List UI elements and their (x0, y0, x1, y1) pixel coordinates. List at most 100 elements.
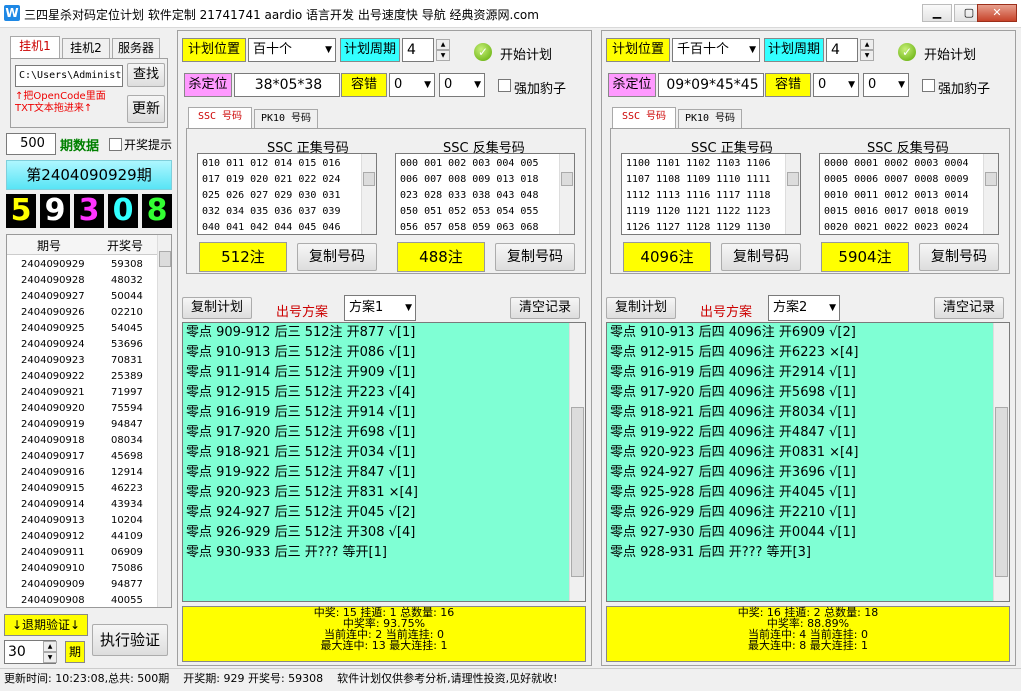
history-row[interactable]: 2404090924 53696 (7, 337, 157, 353)
cycle-up[interactable]: ▲ (436, 39, 450, 50)
scroll-thumb[interactable] (787, 172, 799, 186)
history-row[interactable]: 2404090919 94847 (7, 417, 157, 433)
history-number: 75594 (111, 403, 143, 414)
plan-cycle-input[interactable]: 4 (402, 38, 434, 62)
log-scroll-thumb[interactable] (995, 407, 1008, 577)
prize-tip-label: 开奖提示 (124, 138, 173, 152)
history-row[interactable]: 2404090908 40055 (7, 593, 157, 607)
cycle-up[interactable]: ▲ (860, 39, 874, 50)
history-row[interactable]: 2404090909 94877 (7, 577, 157, 593)
history-row[interactable]: 2404090925 54045 (7, 321, 157, 337)
find-button[interactable]: 查找 (127, 63, 165, 87)
log-line: 零点 920-923 后三 512注 开831 ×[4] (186, 485, 418, 500)
history-scroll-thumb[interactable] (159, 251, 171, 267)
clear-records-button[interactable]: 清空记录 (934, 297, 1004, 319)
scheme-select[interactable]: 方案2 ▼ (768, 295, 840, 321)
scroll-thumb[interactable] (561, 172, 573, 186)
period-count-input[interactable]: 500 (6, 133, 56, 155)
history-row[interactable]: 2404090927 50044 (7, 289, 157, 305)
plan-log[interactable]: 零点 910-913 后四 4096注 开6909 √[2] 零点 912-915… (606, 322, 1010, 602)
update-button[interactable]: 更新 (127, 95, 165, 123)
history-row[interactable]: 2404090917 45698 (7, 449, 157, 465)
cycle-down[interactable]: ▼ (436, 50, 450, 61)
scroll-thumb[interactable] (985, 172, 997, 186)
history-row[interactable]: 2404090915 46223 (7, 481, 157, 497)
number-line: 032 034 035 036 037 039 (202, 206, 341, 217)
kill-position-label: 杀定位 (184, 73, 232, 97)
current-period: 第2404090929期 (6, 160, 172, 190)
execute-verify-button[interactable]: 执行验证 (92, 624, 168, 656)
scheme-value: 方案1 (349, 300, 384, 315)
log-scrollbar[interactable] (993, 323, 1009, 601)
cycle-down[interactable]: ▼ (860, 50, 874, 61)
backtest-down[interactable]: ▼ (43, 652, 57, 663)
history-row[interactable]: 2404090913 10204 (7, 513, 157, 529)
start-plan-label[interactable]: 开始计划 (924, 44, 976, 63)
negative-scrollbar[interactable] (559, 154, 574, 234)
history-row[interactable]: 2404090923 70831 (7, 353, 157, 369)
history-number: 53696 (111, 339, 143, 350)
copy-positive-button[interactable]: 复制号码 (721, 243, 801, 271)
copy-negative-button[interactable]: 复制号码 (919, 243, 999, 271)
history-row[interactable]: 2404090914 43934 (7, 497, 157, 513)
log-scroll-thumb[interactable] (571, 407, 584, 577)
history-row[interactable]: 2404090918 08034 (7, 433, 157, 449)
copy-plan-button[interactable]: 复制计划 (606, 297, 676, 319)
log-scrollbar[interactable] (569, 323, 585, 601)
history-number: 94877 (111, 579, 143, 590)
plan-position-select[interactable]: 百十个 ▼ (248, 38, 336, 62)
kill-position-input[interactable]: 38*05*38 (234, 73, 340, 97)
history-row[interactable]: 2404090911 06909 (7, 545, 157, 561)
leopard-checkbox[interactable] (922, 79, 935, 92)
tab-ssc[interactable]: SSC 号码 (612, 107, 676, 129)
tolerance-select-2[interactable]: 0 ▼ (439, 73, 485, 97)
plan-position-select[interactable]: 千百十个 ▼ (672, 38, 760, 62)
scroll-thumb[interactable] (363, 172, 375, 186)
positive-numbers-box[interactable]: 010 011 012 014 015 016 017 019 020 021 0… (197, 153, 377, 235)
tolerance-select-1[interactable]: 0 ▼ (389, 73, 435, 97)
history-row[interactable]: 2404090926 02210 (7, 305, 157, 321)
history-row[interactable]: 2404090921 71997 (7, 385, 157, 401)
history-scrollbar[interactable] (157, 235, 171, 607)
path-input[interactable]: C:\Users\Administ (15, 65, 123, 87)
scheme-value: 方案2 (773, 300, 808, 315)
negative-numbers-box[interactable]: 000 001 002 003 004 005 006 007 008 009 0… (395, 153, 575, 235)
history-row[interactable]: 2404090916 12914 (7, 465, 157, 481)
copy-positive-button[interactable]: 复制号码 (297, 243, 377, 271)
positive-scrollbar[interactable] (785, 154, 800, 234)
tab-ssc[interactable]: SSC 号码 (188, 107, 252, 129)
copy-negative-button[interactable]: 复制号码 (495, 243, 575, 271)
history-row[interactable]: 2404090922 25389 (7, 369, 157, 385)
negative-numbers-box[interactable]: 0000 0001 0002 0003 0004 0005 0006 0007 0… (819, 153, 999, 235)
tab-pk10[interactable]: PK10 号码 (254, 109, 318, 129)
plan-cycle-input[interactable]: 4 (826, 38, 858, 62)
kill-position-input[interactable]: 09*09*45*45 (658, 73, 764, 97)
negative-scrollbar[interactable] (983, 154, 998, 234)
tolerance-select-2[interactable]: 0 ▼ (863, 73, 909, 97)
history-number: 94847 (111, 419, 143, 430)
history-row[interactable]: 2404090910 75086 (7, 561, 157, 577)
tab-guaji2[interactable]: 挂机2 (62, 38, 110, 58)
tolerance-select-1[interactable]: 0 ▼ (813, 73, 859, 97)
scheme-select[interactable]: 方案1 ▼ (344, 295, 416, 321)
history-row[interactable]: 2404090928 48032 (7, 273, 157, 289)
tab-guaji1[interactable]: 挂机1 (10, 36, 60, 58)
close-button[interactable]: ✕ (977, 4, 1017, 22)
positive-numbers-box[interactable]: 1100 1101 1102 1103 1106 1107 1108 1109 1… (621, 153, 801, 235)
tab-server[interactable]: 服务器 (112, 38, 160, 58)
prize-tip-checkbox[interactable] (109, 138, 122, 151)
history-row[interactable]: 2404090920 75594 (7, 401, 157, 417)
history-row[interactable]: 2404090929 59308 (7, 257, 157, 273)
tab-pk10[interactable]: PK10 号码 (678, 109, 742, 129)
history-period: 2404090927 (21, 291, 85, 302)
leopard-checkbox[interactable] (498, 79, 511, 92)
positive-scrollbar[interactable] (361, 154, 376, 234)
clear-records-button[interactable]: 清空记录 (510, 297, 580, 319)
log-line: 零点 917-920 后三 512注 开698 √[1] (186, 425, 416, 440)
copy-plan-button[interactable]: 复制计划 (182, 297, 252, 319)
backtest-up[interactable]: ▲ (43, 641, 57, 652)
plan-log[interactable]: 零点 909-912 后三 512注 开877 √[1] 零点 910-913 后… (182, 322, 586, 602)
start-plan-label[interactable]: 开始计划 (500, 44, 552, 63)
history-row[interactable]: 2404090912 44109 (7, 529, 157, 545)
minimize-button[interactable]: ▁ (922, 4, 952, 22)
